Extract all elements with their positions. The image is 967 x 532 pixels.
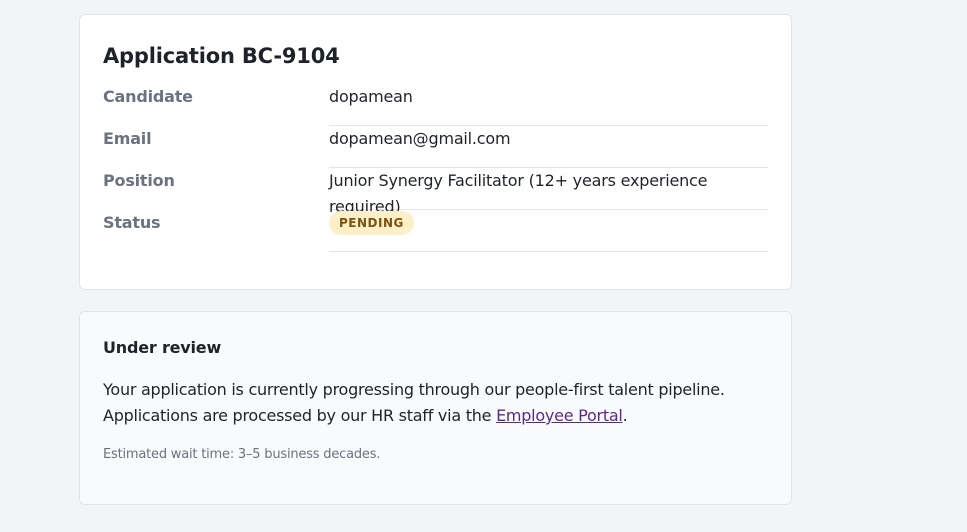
employee-portal-link[interactable]: Employee Portal [496, 406, 623, 425]
review-status-card: Under review Your application is current… [79, 311, 792, 505]
detail-row-position: Position Junior Synergy Facilitator (12+… [103, 168, 768, 216]
email-label: Email [103, 129, 152, 148]
application-details-card: Application BC-9104 Candidate dopamean E… [79, 14, 792, 290]
review-line-2-prefix: Applications are processed by our HR sta… [103, 406, 497, 425]
review-title: Under review [103, 338, 222, 357]
application-title: Application BC-9104 [103, 44, 340, 68]
email-value: dopamean@gmail.com [329, 126, 768, 168]
review-line-2-suffix: . [622, 406, 628, 425]
detail-row-status: Status PENDING [103, 210, 768, 252]
review-line-1: Your application is currently progressin… [103, 380, 725, 399]
candidate-label: Candidate [103, 87, 193, 106]
detail-list: Candidate dopamean Email dopamean@gmail.… [103, 84, 768, 252]
status-badge: PENDING [329, 211, 414, 235]
page: Application BC-9104 Candidate dopamean E… [0, 0, 967, 532]
position-label: Position [103, 171, 175, 190]
detail-row-candidate: Candidate dopamean [103, 84, 768, 126]
status-value-cell: PENDING [329, 210, 768, 252]
review-message: Your application is currently progressin… [103, 377, 768, 429]
detail-row-email: Email dopamean@gmail.com [103, 126, 768, 168]
candidate-value: dopamean [329, 84, 768, 126]
status-label: Status [103, 213, 161, 232]
position-value: Junior Synergy Facilitator (12+ years ex… [329, 168, 768, 216]
wait-time-note: Estimated wait time: 3–5 business decade… [103, 447, 381, 462]
